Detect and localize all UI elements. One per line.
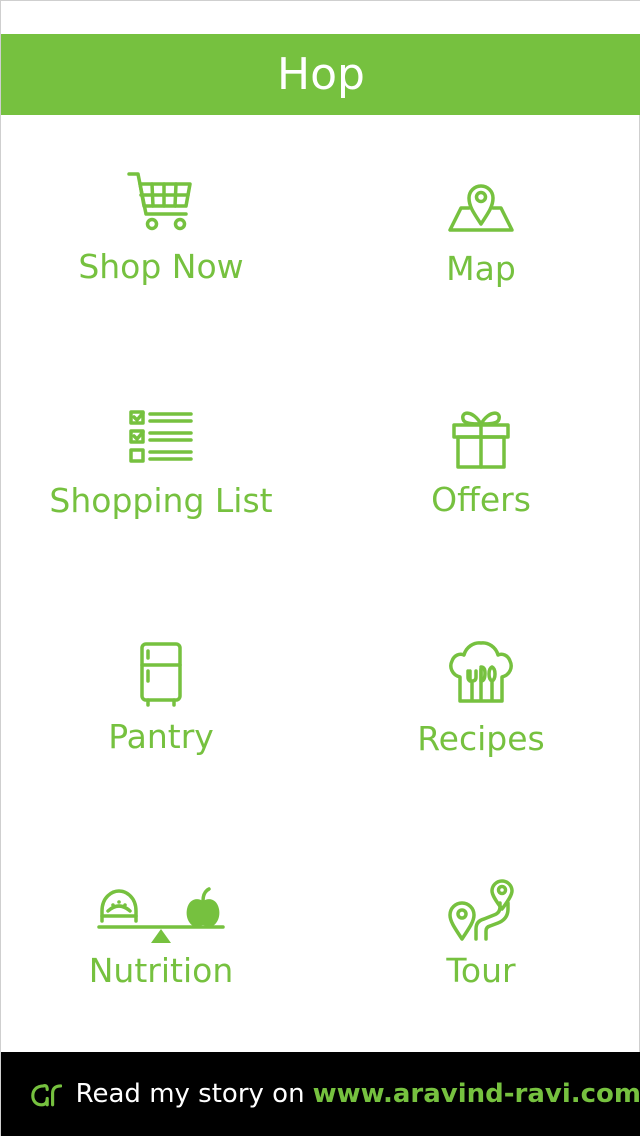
shopping-cart-icon [127, 172, 192, 231]
menu-item-offers[interactable]: Offers [321, 349, 640, 583]
menu-item-shopping-list[interactable]: Shopping List [1, 349, 321, 583]
promo-footer: Read my story on www.aravind-ravi.com [1, 1052, 640, 1136]
menu-item-label: Shop Now [78, 247, 244, 286]
route-pins-icon [448, 879, 514, 941]
menu-item-nutrition[interactable]: Nutrition [1, 817, 321, 1051]
menu-item-label: Recipes [417, 719, 545, 758]
footer-story-text: Read my story on [75, 1079, 305, 1109]
app-screen: Hop Shop Now Map Shopping List Offers Pa… [0, 0, 640, 1136]
menu-item-label: Nutrition [88, 951, 234, 990]
app-header: Hop [1, 34, 640, 115]
balance-scale-burger-apple-icon [97, 887, 225, 943]
menu-item-label: Offers [431, 480, 531, 519]
refrigerator-icon [140, 642, 182, 707]
menu-item-label: Shopping List [49, 481, 273, 520]
menu-item-tour[interactable]: Tour [321, 817, 640, 1051]
gift-icon [452, 411, 510, 469]
menu-item-shop-now[interactable]: Shop Now [1, 115, 321, 349]
chef-hat-cutlery-icon [449, 641, 513, 703]
menu-item-label: Map [446, 249, 516, 288]
menu-item-map[interactable]: Map [321, 115, 640, 349]
checklist-icon [129, 410, 193, 463]
menu-item-label: Tour [446, 951, 516, 990]
menu-item-recipes[interactable]: Recipes [321, 583, 640, 817]
menu-item-label: Pantry [108, 717, 214, 756]
footer-website-link[interactable]: www.aravind-ravi.com [313, 1079, 640, 1109]
app-title: Hop [277, 48, 365, 100]
status-area [1, 0, 640, 34]
main-menu-grid: Shop Now Map Shopping List Offers Pantry… [1, 115, 640, 1052]
map-pin-icon [448, 184, 514, 232]
menu-item-pantry[interactable]: Pantry [1, 583, 321, 817]
aravind-ravi-logo-icon [31, 1084, 62, 1107]
